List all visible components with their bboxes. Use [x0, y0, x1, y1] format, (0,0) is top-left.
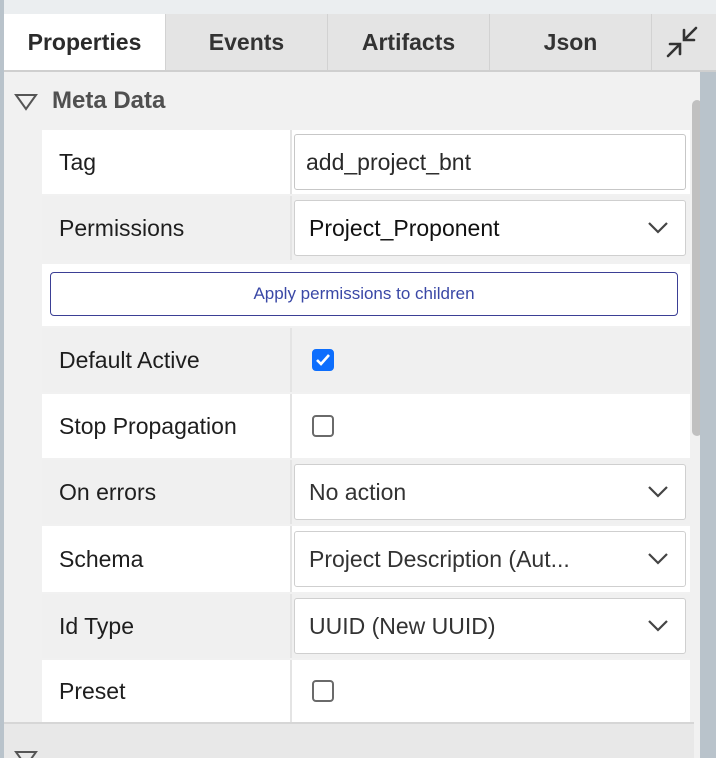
preset-checkbox[interactable]	[312, 680, 334, 702]
row-value: Project_Proponent	[292, 196, 690, 260]
row-id-type: Id Type UUID (New UUID)	[42, 594, 690, 658]
triangle-down-icon	[14, 94, 38, 111]
row-label: Permissions	[42, 196, 292, 260]
apply-permissions-button[interactable]: Apply permissions to children	[50, 272, 678, 316]
stop-propagation-checkbox[interactable]	[312, 415, 334, 437]
tab-bar: Properties Events Artifacts Json	[4, 14, 716, 72]
on-errors-select[interactable]: No action	[294, 464, 686, 520]
chevron-down-icon	[648, 486, 668, 498]
section-header-meta-data[interactable]: Meta Data	[4, 72, 694, 130]
row-stop-propagation: Stop Propagation	[42, 394, 690, 458]
select-value: Project Description (Aut...	[309, 545, 570, 572]
checkmark-icon	[316, 354, 330, 366]
tab-events[interactable]: Events	[166, 14, 328, 70]
select-value: No action	[309, 478, 407, 505]
row-value: UUID (New UUID)	[292, 594, 690, 658]
row-on-errors: On errors No action	[42, 460, 690, 524]
collapse-panel-button[interactable]	[652, 14, 712, 70]
select-value: Project_Proponent	[309, 214, 500, 241]
row-tag: Tag add_project_bnt	[42, 130, 690, 194]
id-type-select[interactable]: UUID (New UUID)	[294, 598, 686, 654]
row-value: No action	[292, 460, 690, 524]
tab-artifacts[interactable]: Artifacts	[328, 14, 490, 70]
window-edge	[700, 72, 716, 758]
schema-select[interactable]: Project Description (Aut...	[294, 531, 686, 587]
tab-json[interactable]: Json	[490, 14, 652, 70]
chevron-down-icon	[648, 553, 668, 565]
triangle-down-icon	[14, 751, 38, 758]
chevron-down-icon	[648, 620, 668, 632]
row-label: Schema	[42, 526, 292, 592]
row-label: Stop Propagation	[42, 394, 292, 458]
chevron-down-icon	[648, 222, 668, 234]
apply-permissions-row: Apply permissions to children	[42, 264, 690, 326]
row-label: Id Type	[42, 594, 292, 658]
row-default-active: Default Active	[42, 328, 690, 392]
row-value: add_project_bnt	[292, 130, 690, 194]
row-preset: Preset	[42, 660, 690, 722]
collapse-arrows-icon	[666, 26, 698, 58]
select-value: UUID (New UUID)	[309, 612, 496, 639]
next-section-header[interactable]	[4, 722, 694, 758]
row-value	[292, 394, 690, 458]
tag-input[interactable]: add_project_bnt	[294, 134, 686, 190]
row-value: Project Description (Aut...	[292, 526, 690, 592]
row-label: On errors	[42, 460, 292, 524]
row-schema: Schema Project Description (Aut...	[42, 526, 690, 592]
row-label: Preset	[42, 660, 292, 722]
properties-panel: Properties Events Artifacts Json Meta Da…	[4, 0, 716, 758]
permissions-select[interactable]: Project_Proponent	[294, 200, 686, 256]
row-value	[292, 328, 690, 392]
row-label: Default Active	[42, 328, 292, 392]
underlying-content-strip	[4, 0, 716, 14]
tab-properties[interactable]: Properties	[4, 14, 166, 70]
row-value	[292, 660, 690, 722]
default-active-checkbox[interactable]	[312, 349, 334, 371]
section-title: Meta Data	[52, 87, 166, 114]
row-permissions: Permissions Project_Proponent	[42, 196, 690, 260]
row-label: Tag	[42, 130, 292, 194]
